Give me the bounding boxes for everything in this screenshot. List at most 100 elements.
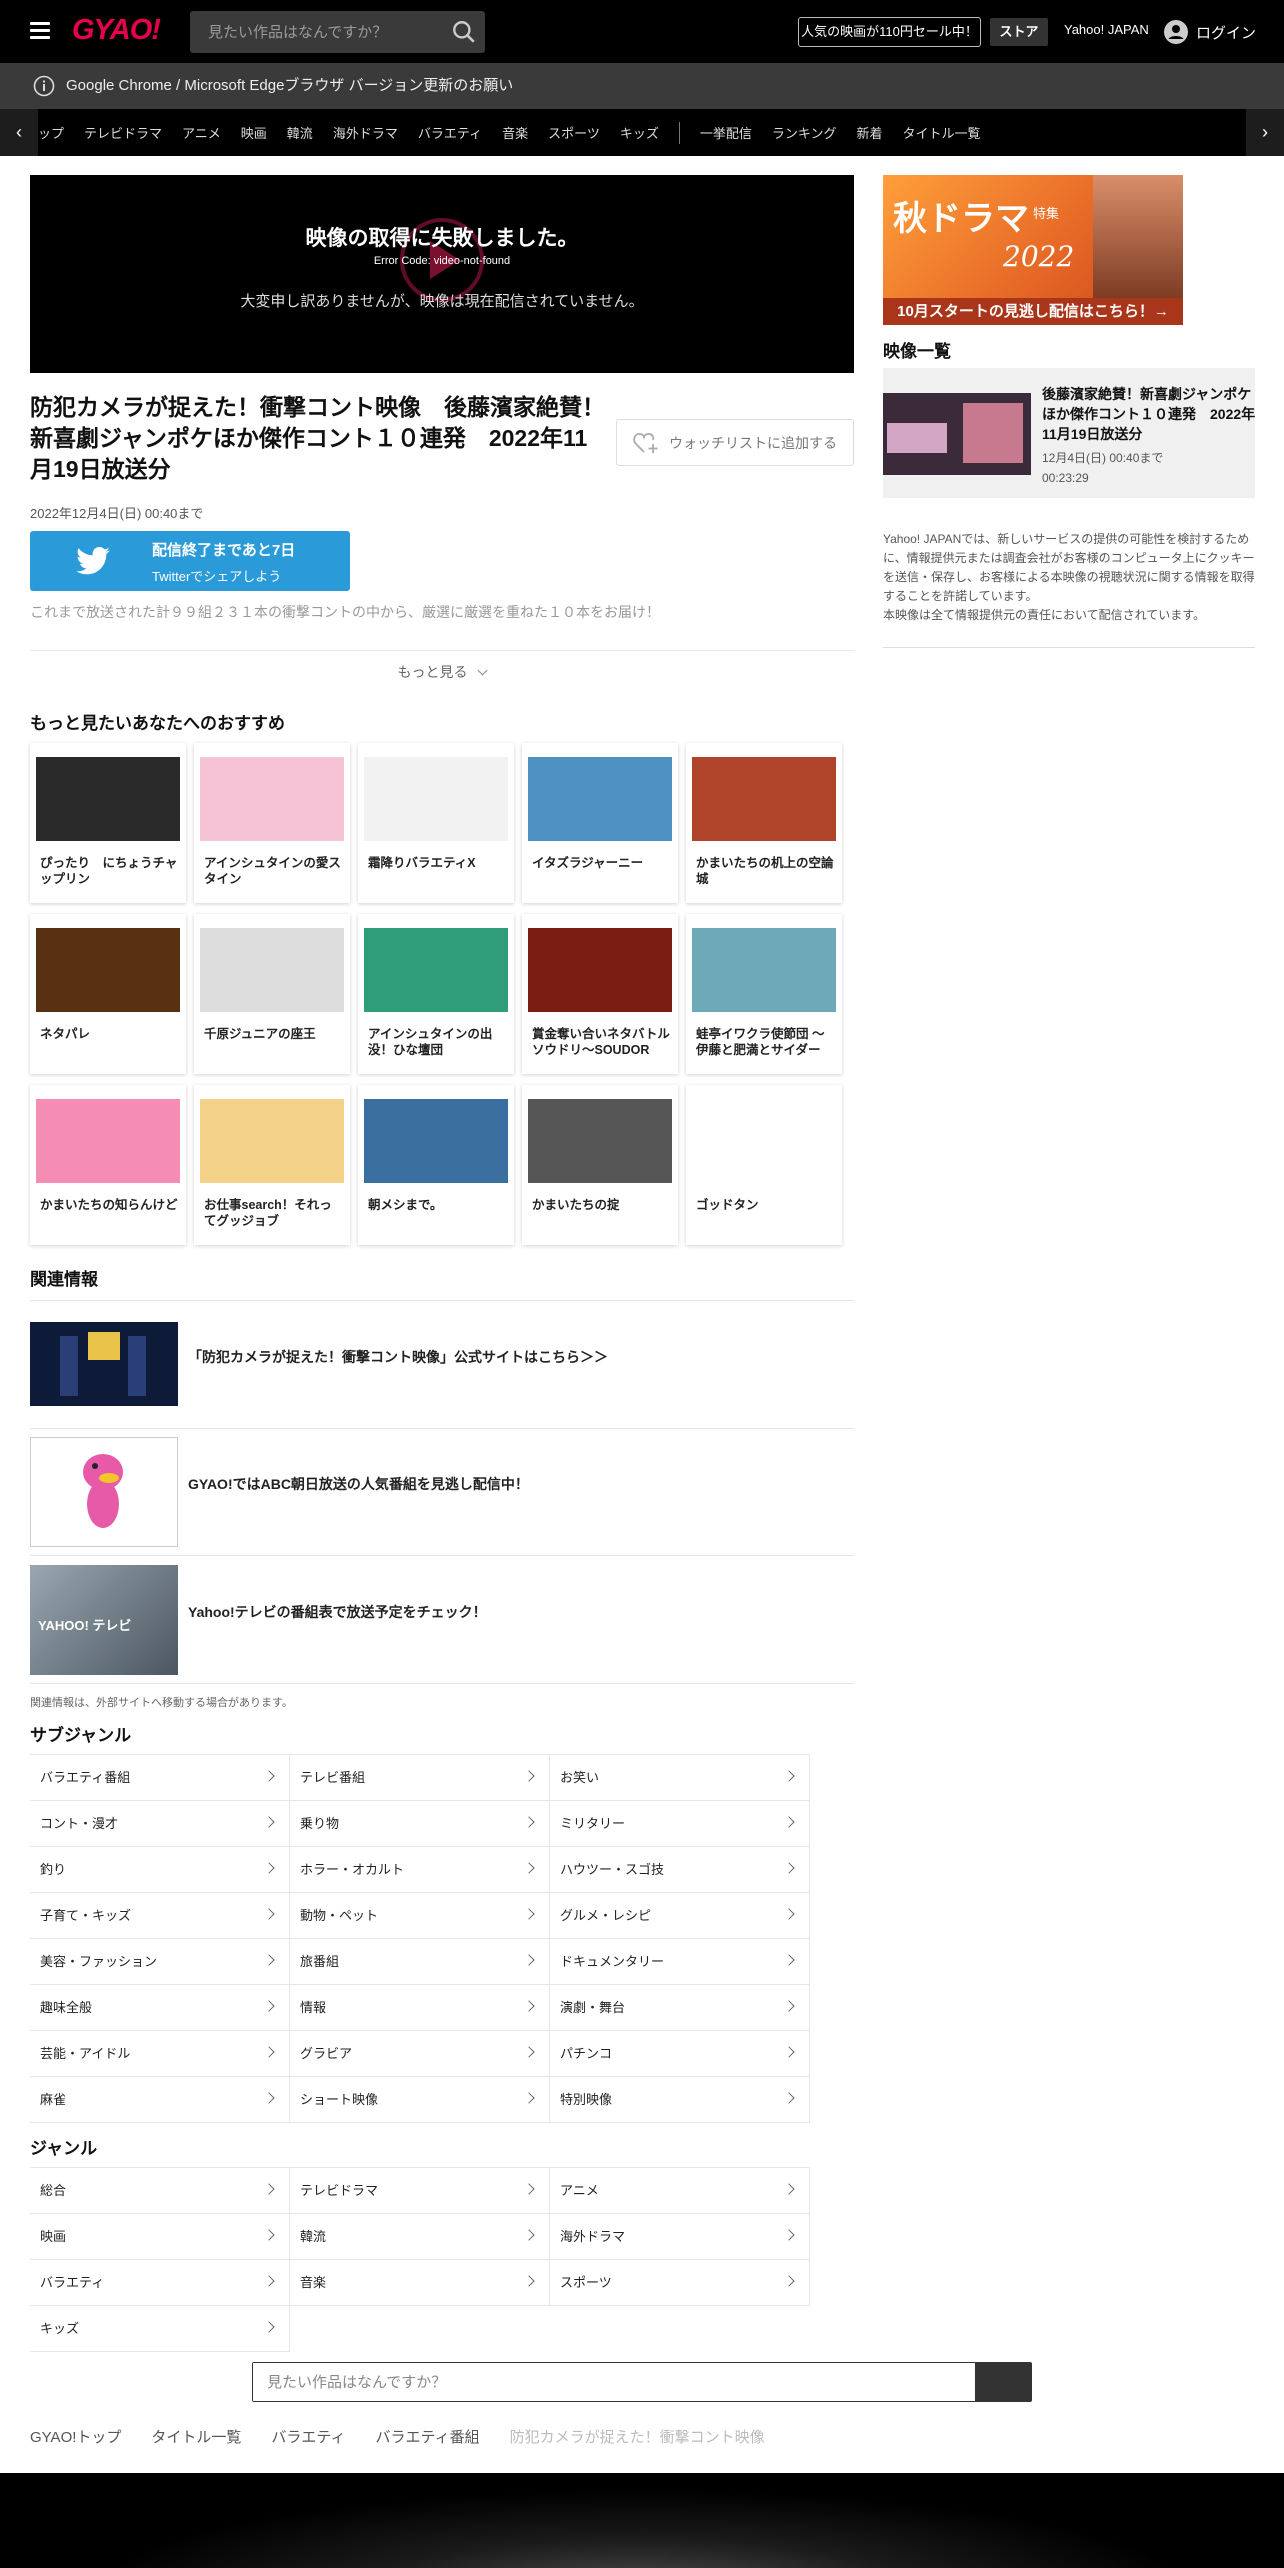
recommend-card[interactable]: 千原ジュニアの座王 [194, 914, 350, 1074]
nav-left-arrow-icon[interactable]: ‹ [0, 109, 38, 156]
genre-nav-item[interactable]: 映画 [241, 123, 267, 142]
breadcrumb-item[interactable]: バラエティ番組 [376, 2426, 480, 2447]
subgenre-item-label: 芸能・アイドル [40, 2046, 131, 2061]
subgenre-item[interactable]: 釣り [30, 1847, 290, 1893]
store-button[interactable]: ストア [990, 18, 1048, 46]
genre-nav-item[interactable]: タイトル一覧 [903, 123, 981, 142]
subgenre-item[interactable]: 麻雀 [30, 2077, 290, 2123]
related-link-abc[interactable]: GYAO!ではABC朝日放送の人気番組を見逃し配信中！ [188, 1474, 529, 1494]
recommend-card[interactable]: 蛙亭イワクラ使節団 ～伊藤と肥満とサイダー [686, 914, 842, 1074]
genre-nav-item[interactable]: バラエティ [418, 123, 482, 142]
subgenre-item[interactable]: パチンコ [550, 2031, 810, 2077]
subgenre-item[interactable]: 情報 [290, 1985, 550, 2031]
genre-nav-item[interactable]: 一挙配信 [700, 123, 752, 142]
chevron-right-icon [523, 2229, 535, 2241]
subgenre-item[interactable]: テレビ番組 [290, 1755, 550, 1801]
subgenre-item[interactable]: 旅番組 [290, 1939, 550, 1985]
subgenre-item[interactable]: 演劇・舞台 [550, 1985, 810, 2031]
browser-update-notice[interactable]: Google Chrome / Microsoft Edgeブラウザ バージョン… [0, 63, 1284, 109]
subgenre-item[interactable]: 動物・ペット [290, 1893, 550, 1939]
yahoo-japan-link[interactable]: Yahoo! JAPAN [1064, 22, 1149, 37]
subgenre-item[interactable]: グラビア [290, 2031, 550, 2077]
genre-nav-item[interactable]: アニメ [182, 123, 221, 142]
genre-item[interactable]: 韓流 [290, 2214, 550, 2260]
genre-item[interactable]: アニメ [550, 2168, 810, 2214]
genre-nav-item[interactable]: ップ [38, 123, 64, 142]
recommend-label: お仕事search！それってグッジョブ [204, 1198, 332, 1228]
banner-caption[interactable]: 10月スタートの見逃し配信はこちら！→ [883, 298, 1183, 325]
nav-right-arrow-icon[interactable]: › [1246, 109, 1284, 156]
genre-item[interactable]: 総合 [30, 2168, 290, 2214]
breadcrumb-item[interactable]: タイトル一覧 [151, 2426, 241, 2447]
genre-item[interactable]: キッズ [30, 2306, 290, 2352]
recommend-card[interactable]: アインシュタインの出没！ひな壇団 [358, 914, 514, 1074]
genre-nav-item[interactable]: 新着 [856, 123, 882, 142]
recommend-card[interactable]: ゴッドタン [686, 1085, 842, 1245]
recommend-card[interactable]: お仕事search！それってグッジョブ [194, 1085, 350, 1245]
gyao-logo[interactable]: GYAO! [72, 14, 161, 47]
subgenre-item[interactable]: 子育て・キッズ [30, 1893, 290, 1939]
recommend-card[interactable]: 朝メシまで。 [358, 1085, 514, 1245]
recommend-card[interactable]: イタズラジャーニー [522, 743, 678, 903]
recommend-card[interactable]: ネタパレ [30, 914, 186, 1074]
subgenre-item[interactable]: 趣味全般 [30, 1985, 290, 2031]
genre-item[interactable]: 音楽 [290, 2260, 550, 2306]
subgenre-item[interactable]: ハウツー・スゴ技 [550, 1847, 810, 1893]
genre-item[interactable]: 海外ドラマ [550, 2214, 810, 2260]
genre-nav-item[interactable]: 韓流 [287, 123, 313, 142]
subgenre-item[interactable]: 美容・ファッション [30, 1939, 290, 1985]
subgenre-item[interactable]: お笑い [550, 1755, 810, 1801]
subgenre-item[interactable]: ドキュメンタリー [550, 1939, 810, 1985]
genre-nav-item[interactable]: 音楽 [502, 123, 528, 142]
related-link-yahoo-tv[interactable]: Yahoo!テレビの番組表で放送予定をチェック！ [188, 1602, 487, 1622]
subgenre-item[interactable]: ホラー・オカルト [290, 1847, 550, 1893]
subgenre-item[interactable]: 芸能・アイドル [30, 2031, 290, 2077]
genre-nav-item[interactable]: テレビドラマ [84, 123, 162, 142]
genre-item[interactable]: スポーツ [550, 2260, 810, 2306]
login-button[interactable]: ログイン [1164, 18, 1256, 46]
subgenre-item-label: ハウツー・スゴ技 [560, 1862, 665, 1877]
chevron-right-icon [783, 1954, 795, 1966]
genre-item[interactable]: バラエティ [30, 2260, 290, 2306]
breadcrumb-item[interactable]: バラエティ [271, 2426, 345, 2447]
subgenre-item[interactable]: バラエティ番組 [30, 1755, 290, 1801]
more-button[interactable]: もっと見る [30, 662, 854, 682]
related-thumb-abc[interactable] [30, 1437, 178, 1547]
subgenre-item[interactable]: ミリタリー [550, 1801, 810, 1847]
genre-item-label: 海外ドラマ [560, 2229, 626, 2244]
related-link-official[interactable]: 「防犯カメラが捉えた！衝撃コント映像」公式サイトはこちら＞＞ [188, 1347, 608, 1367]
subgenre-item[interactable]: 乗り物 [290, 1801, 550, 1847]
related-thumb-official[interactable] [30, 1322, 178, 1406]
subgenre-item-label: バラエティ番組 [40, 1770, 131, 1785]
search-icon[interactable] [451, 19, 477, 45]
recommend-card[interactable]: かまいたちの知らんけど [30, 1085, 186, 1245]
recommend-card[interactable]: 賞金奪い合いネタバトル ソウドリ～SOUDOR [522, 914, 678, 1074]
bottom-search-button[interactable] [975, 2363, 1031, 2401]
recommend-card[interactable]: アインシュタインの愛スタイン [194, 743, 350, 903]
genre-nav-item[interactable]: 海外ドラマ [333, 123, 398, 142]
subgenre-item[interactable]: ショート映像 [290, 2077, 550, 2123]
header-search-input[interactable] [190, 11, 440, 53]
subgenre-item[interactable]: グルメ・レシピ [550, 1893, 810, 1939]
recommend-label: かまいたちの机上の空論城 [696, 856, 834, 886]
hamburger-menu-icon[interactable] [30, 22, 50, 40]
genre-item[interactable]: 映画 [30, 2214, 290, 2260]
sale-banner-button[interactable]: 人気の映画が110円セール中！ [798, 17, 981, 47]
bottom-search-input[interactable] [253, 2363, 973, 2401]
recommend-card[interactable]: ぴったり にちょうチャップリン [30, 743, 186, 903]
genre-item[interactable]: テレビドラマ [290, 2168, 550, 2214]
recommend-card[interactable]: かまいたちの机上の空論城 [686, 743, 842, 903]
recommend-card[interactable]: かまいたちの掟 [522, 1085, 678, 1245]
recommend-card[interactable]: 霜降りバラエティX [358, 743, 514, 903]
genre-nav-item[interactable]: ランキング [772, 123, 837, 142]
related-thumb-yahoo-tv[interactable]: YAHOO! テレビ [30, 1565, 178, 1675]
genre-nav-item[interactable]: キッズ [620, 123, 659, 142]
breadcrumb-item[interactable]: GYAO!トップ [30, 2426, 121, 2447]
genre-nav-item[interactable]: スポーツ [548, 123, 600, 142]
video-list-thumb[interactable] [883, 393, 1031, 475]
player-error-code: Error Code: video-not-found [373, 255, 511, 267]
chevron-right-icon [263, 2000, 275, 2012]
subgenre-item[interactable]: 特別映像 [550, 2077, 810, 2123]
subgenre-item[interactable]: コント・漫才 [30, 1801, 290, 1847]
add-watchlist-button[interactable]: ウォッチリストに追加する [616, 419, 854, 466]
